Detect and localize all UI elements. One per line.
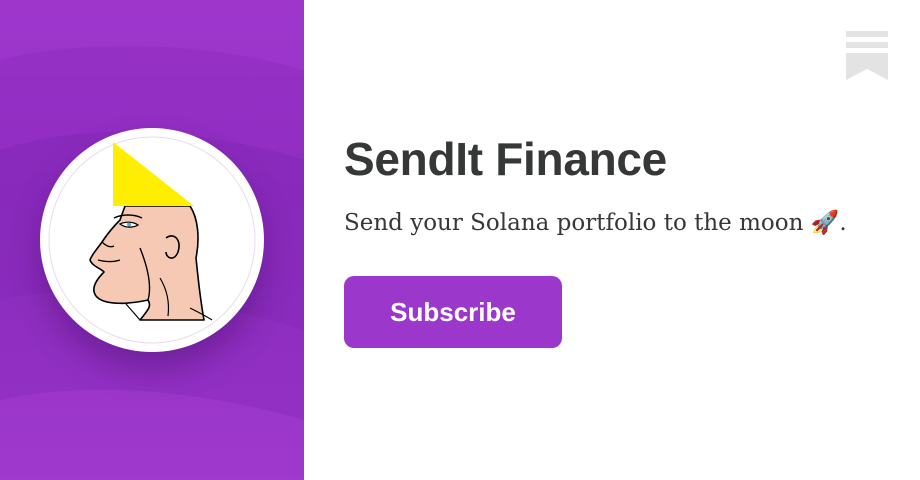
publication-logo[interactable]	[40, 128, 264, 352]
chad-profile-with-yellow-hat-icon	[48, 136, 256, 344]
publication-title: SendIt Finance	[344, 133, 667, 185]
bookmark-icon[interactable]	[846, 31, 888, 81]
publication-tagline: Send your Solana portfolio to the moon 🚀…	[344, 210, 847, 236]
brand-panel	[0, 0, 304, 480]
subscribe-button[interactable]: Subscribe	[344, 276, 562, 348]
